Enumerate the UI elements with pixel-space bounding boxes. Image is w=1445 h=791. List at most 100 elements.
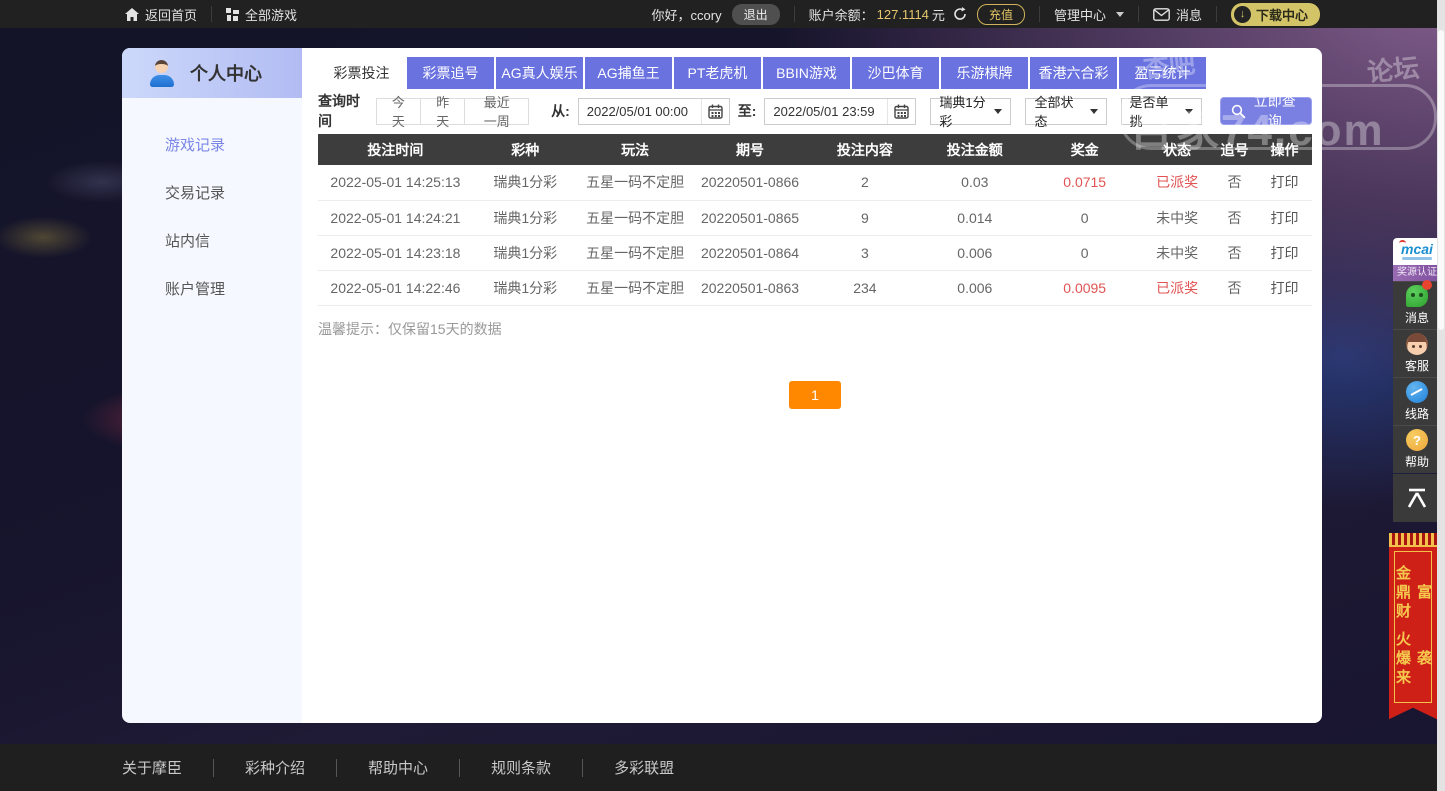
mcai-logo[interactable]: mcai [1393,238,1441,265]
calendar-icon[interactable] [887,98,915,124]
all-games-label: 全部游戏 [245,7,298,23]
sidebar-item[interactable]: 交易记录 [122,168,302,216]
tab[interactable]: AG捕鱼王 [585,57,672,89]
tab[interactable]: 彩票追号 [407,57,494,89]
footer-divider [582,758,584,777]
cell-lottery-type: 瑞典1分彩 [472,200,578,236]
float-item-lines[interactable]: 线路 [1393,377,1441,425]
float-item-messages[interactable]: 消息 [1393,280,1441,329]
float-item-help[interactable]: ? 帮助 [1393,425,1441,473]
footer-link[interactable]: 帮助中心 [368,757,428,778]
download-center-button[interactable]: ↓ 下载中心 [1230,2,1320,26]
to-date-box [764,97,917,125]
download-center-label: 下载中心 [1255,7,1308,23]
table-header-cell: 投注内容 [807,134,923,165]
table-header-cell: 彩种 [472,134,578,165]
select-arrow-icon [994,108,1003,114]
to-date-input[interactable] [765,103,888,119]
banner-text-1: 金鼎财富 [1394,564,1432,622]
footer-divider [459,758,461,777]
logout-button[interactable]: 退出 [731,3,780,25]
tab-label: 香港六合彩 [1038,65,1109,81]
sidebar-item[interactable]: 账户管理 [122,264,302,312]
table-header-cell: 期号 [692,134,808,165]
footer-link[interactable]: 多彩联盟 [614,757,674,778]
watermark-text-2: 论坛 [1365,52,1421,88]
search-button[interactable]: 立即查询 [1219,93,1313,129]
from-date-input[interactable] [578,103,701,119]
calendar-icon[interactable] [700,98,729,124]
footer-link[interactable]: 关于摩臣 [122,757,182,778]
query-bar: 查询时间 今天 昨天 最近一周 从: 至: [318,93,1313,129]
print-link[interactable]: 打印 [1256,235,1312,271]
single-pick-select[interactable]: 是否单挑 [1120,95,1202,129]
cell-chase: 否 [1212,235,1257,271]
sidebar: 个人中心 游戏记录 交易记录 站内信 账户管理 [122,48,302,723]
table-header-cell: 投注时间 [318,134,473,165]
float-item-label: 客服 [1404,359,1429,373]
sidebar-item-label: 站内信 [165,232,211,250]
table-row: 2022-05-01 14:24:21 瑞典1分彩 五星一码不定胆 202205… [318,200,1312,236]
tab[interactable]: AG真人娱乐 [496,57,583,89]
sidebar-item-label: 账户管理 [165,280,226,298]
tab[interactable]: 香港六合彩 [1030,57,1117,89]
recharge-button[interactable]: 充值 [976,3,1025,25]
home-label: 返回首页 [145,7,198,23]
cell-lottery-type: 瑞典1分彩 [472,270,578,306]
balance-unit: 元 [931,7,945,23]
scrollbar-thumb[interactable] [1438,30,1444,330]
cell-play-method: 五星一码不定胆 [577,165,693,201]
messages-link[interactable]: 消息 [1153,5,1202,24]
tab-label: AG捕鱼王 [597,65,660,81]
float-item-service[interactable]: 客服 [1393,329,1441,377]
quick-range-button[interactable]: 昨天 [421,95,466,129]
quick-range-button[interactable]: 今天 [375,95,422,129]
quick-range-button[interactable]: 最近一周 [465,95,530,129]
table-header-cell: 状态 [1142,134,1213,165]
page-1-button[interactable]: 1 [789,380,841,409]
bet-records-table: 投注时间 彩种 玩法 期号 投注内容 投注金额 奖金 状态 追号 操作 2022-05-01 14… [318,134,1312,306]
from-date-box [577,97,730,125]
cell-lottery-type: 瑞典1分彩 [472,235,578,271]
print-link[interactable]: 打印 [1256,165,1312,201]
tab[interactable]: 乐游棋牌 [941,57,1028,89]
footer-link[interactable]: 彩种介绍 [245,757,305,778]
print-link[interactable]: 打印 [1256,200,1312,236]
tab[interactable]: 沙巴体育 [852,57,939,89]
cell-bet-amount: 0.006 [922,270,1028,306]
chat-icon [1406,280,1432,307]
tab[interactable]: BBIN游戏 [763,57,850,89]
tab-label: AG真人娱乐 [501,65,578,81]
balance-value: 127.1114 [876,6,929,22]
page-scrollbar[interactable] [1437,0,1445,791]
topbar-divider [793,6,795,22]
footer-link[interactable]: 规则条款 [491,757,551,778]
lottery-select[interactable]: 瑞典1分彩 [930,95,1012,129]
all-games-link[interactable]: 全部游戏 [226,5,297,24]
refresh-balance-icon[interactable] [953,7,967,21]
customer-service-icon [1406,333,1428,355]
cell-chase: 否 [1212,165,1257,201]
print-link[interactable]: 打印 [1256,270,1312,306]
status-select[interactable]: 全部状态 [1025,95,1107,129]
sidebar-item[interactable]: 站内信 [122,216,302,264]
home-link[interactable]: 返回首页 [125,5,197,24]
back-to-top-button[interactable] [1393,474,1441,522]
tab[interactable]: PT老虎机 [674,57,761,89]
floating-items: 消息 客服 线路 ? 帮助 [1393,280,1441,473]
gauge-icon [1406,381,1428,403]
status-select-value: 全部状态 [1034,95,1074,129]
sidebar-item[interactable]: 游戏记录 [122,120,302,168]
cell-play-method: 五星一码不定胆 [577,270,693,306]
table-header-cell: 投注金额 [922,134,1028,165]
tab-label: 乐游棋牌 [956,65,1013,81]
topbar-divider [1038,6,1040,22]
mcai-logo-subline [1402,257,1432,260]
admin-center-menu[interactable]: 管理中心 [1054,5,1124,24]
search-icon [1231,104,1246,119]
tab[interactable]: 彩票投注 [318,57,405,89]
chevron-down-icon [1115,11,1124,17]
promo-banner[interactable]: 金鼎财富 火爆来袭 [1389,533,1437,720]
tab-label: BBIN游戏 [776,65,837,81]
tab[interactable]: 盈亏统计 [1119,57,1206,89]
